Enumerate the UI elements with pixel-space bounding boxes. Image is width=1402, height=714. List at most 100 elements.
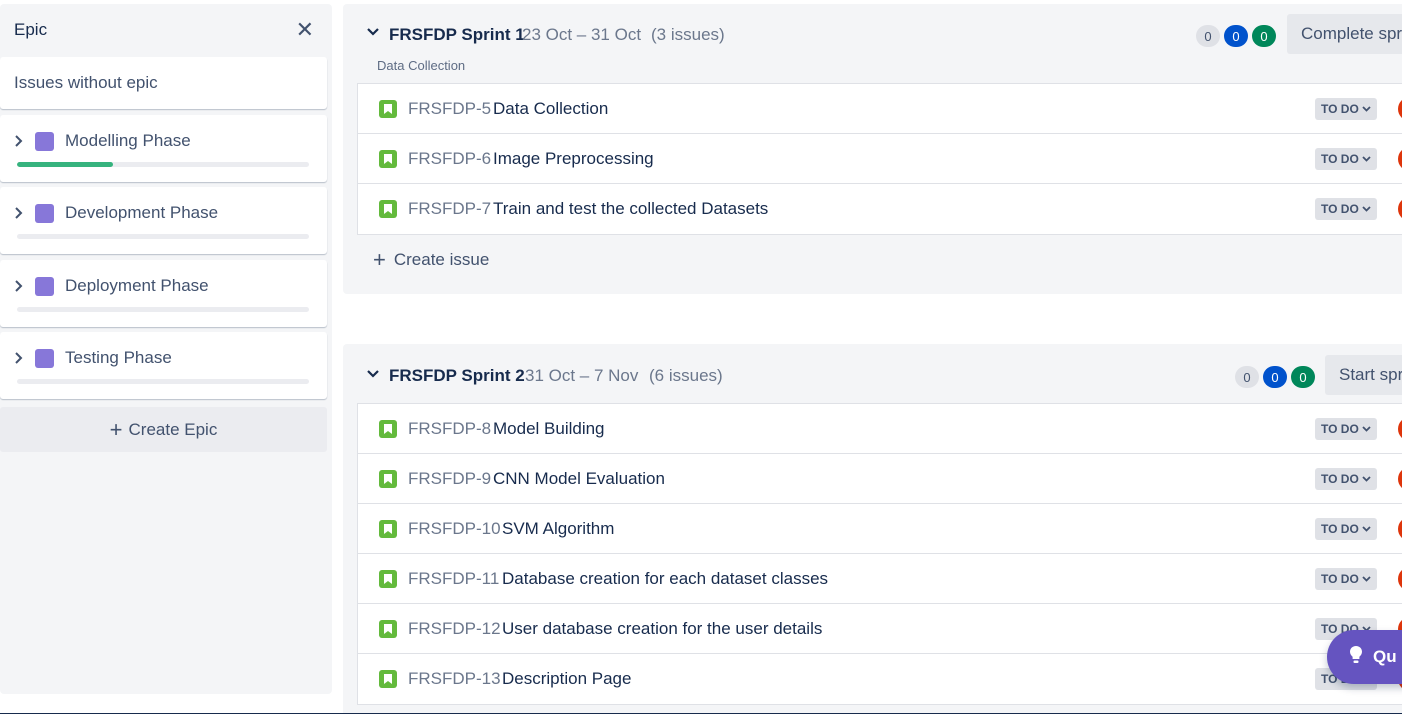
story-icon [379,520,397,538]
issue-summary: Description Page [502,669,632,688]
status-label: TO DO [1321,472,1359,486]
chevron-down-icon [1362,476,1371,482]
epic-card-deployment[interactable]: Deployment Phase [0,260,327,327]
status-dropdown[interactable]: TO DO [1315,418,1377,440]
chevron-right-icon[interactable] [14,134,24,148]
issue-row[interactable]: FRSFDP-8 Model Building TO DO [358,404,1402,454]
issue-key[interactable]: FRSFDP-7 [408,199,491,219]
issue-row[interactable]: FRSFDP-9 CNN Model Evaluation TO DO [358,454,1402,504]
issues-without-epic[interactable]: Issues without epic [0,57,327,109]
assignee-avatar[interactable] [1398,417,1402,441]
issue-row[interactable]: FRSFDP-6 Image Preprocessing TO DO [358,134,1402,184]
status-dropdown[interactable]: TO DO [1315,518,1377,540]
story-icon [379,670,397,688]
epic-color-swatch [35,131,54,151]
issue-key[interactable]: FRSFDP-9 [408,469,491,489]
issue-summary: SVM Algorithm [502,518,615,538]
sprint-2-container: FRSFDP Sprint 2 31 Oct – 7 Nov (6 issues… [343,344,1402,714]
chevron-right-icon[interactable] [14,351,24,365]
issue-row[interactable]: FRSFDP-11 Database creation for each dat… [358,554,1402,604]
issue-key[interactable]: FRSFDP-5 [408,99,491,119]
chevron-down-icon[interactable] [367,369,379,379]
assignee-avatar[interactable] [1398,147,1402,171]
epic-progress-bar [17,162,309,167]
sprint-1-header: FRSFDP Sprint 1 23 Oct – 31 Oct (3 issue… [343,4,1402,64]
epic-panel-header: Epic ✕ [0,4,332,56]
create-epic-label: Create Epic [128,419,218,439]
assignee-avatar[interactable] [1398,197,1402,221]
issue-row[interactable]: FRSFDP-10 SVM Algorithm TO DO [358,504,1402,554]
issue-summary: Train and test the collected Datasets [493,199,769,218]
lightbulb-icon [1349,645,1363,670]
status-label: TO DO [1321,152,1359,166]
story-icon [379,470,397,488]
issue-summary: CNN Model Evaluation [493,468,665,488]
issue-key[interactable]: FRSFDP-13 [408,669,501,689]
chevron-right-icon[interactable] [14,279,24,293]
sprint-dates: 31 Oct – 7 Nov [525,366,639,385]
sprint-issue-count: (3 issues) [651,25,725,44]
issue-key[interactable]: FRSFDP-10 [408,519,501,539]
close-icon[interactable]: ✕ [296,19,314,41]
quickstart-label: Qu [1373,647,1397,666]
chevron-down-icon [1362,426,1371,432]
status-label: TO DO [1321,422,1359,436]
epic-color-swatch [35,203,54,223]
assignee-avatar[interactable] [1398,467,1402,491]
issue-row[interactable]: FRSFDP-7 Train and test the collected Da… [358,184,1402,234]
status-label: TO DO [1321,202,1359,216]
sprint-2-issue-list: FRSFDP-8 Model Building TO DO FRSFDP-9 C… [357,403,1402,705]
start-sprint-button[interactable]: Start sprint [1325,355,1402,395]
assignee-avatar[interactable] [1398,97,1402,121]
epic-card-development[interactable]: Development Phase [0,187,327,254]
todo-count-badge: 0 [1235,366,1259,388]
complete-sprint-button[interactable]: Complete sprint [1287,14,1402,54]
chevron-down-icon [1362,576,1371,582]
epic-card-modelling[interactable]: Modelling Phase [0,115,327,182]
sprint-name[interactable]: FRSFDP Sprint 1 [389,25,525,45]
epic-name: Testing Phase [65,348,172,367]
issue-key[interactable]: FRSFDP-11 [408,569,499,589]
story-icon [379,420,397,438]
status-dropdown[interactable]: TO DO [1315,198,1377,220]
create-issue-button[interactable]: + Create issue [373,247,489,273]
sprint-name[interactable]: FRSFDP Sprint 2 [389,366,525,386]
story-icon [379,100,397,118]
issue-key[interactable]: FRSFDP-12 [408,619,501,639]
epic-color-swatch [35,348,54,368]
sprint-dates: 23 Oct – 31 Oct [522,25,642,44]
chevron-right-icon[interactable] [14,206,24,220]
epic-progress-bar [17,234,309,239]
issue-summary: Data Collection [493,98,609,118]
create-epic-button[interactable]: + Create Epic [0,407,327,452]
chevron-down-icon [1362,156,1371,162]
issue-row[interactable]: FRSFDP-12 User database creation for the… [358,604,1402,654]
status-dropdown[interactable]: TO DO [1315,148,1377,170]
status-dropdown[interactable]: TO DO [1315,468,1377,490]
epic-progress-bar [17,307,309,312]
chevron-down-icon[interactable] [367,27,379,37]
story-icon [379,570,397,588]
chevron-down-icon [1362,526,1371,532]
status-label: TO DO [1321,102,1359,116]
chevron-down-icon [1362,106,1371,112]
issue-key[interactable]: FRSFDP-8 [408,419,491,439]
assignee-avatar[interactable] [1398,517,1402,541]
quickstart-help-button[interactable]: Qu [1327,630,1402,684]
sprint-1-issue-list: FRSFDP-5 Data Collection TO DO FRSFDP-6 … [357,83,1402,235]
issue-row[interactable]: FRSFDP-13 Description Page TO DO [358,654,1402,704]
issue-key[interactable]: FRSFDP-6 [408,149,491,169]
done-count-badge: 0 [1291,366,1315,388]
epic-card-testing[interactable]: Testing Phase [0,332,327,399]
story-icon [379,150,397,168]
status-dropdown[interactable]: TO DO [1315,568,1377,590]
status-dropdown[interactable]: TO DO [1315,98,1377,120]
issue-row[interactable]: FRSFDP-5 Data Collection TO DO [358,84,1402,134]
epic-name: Deployment Phase [65,276,209,295]
epic-panel-title: Epic [14,20,48,39]
in-progress-count-badge: 0 [1224,25,1248,47]
assignee-avatar[interactable] [1398,567,1402,591]
epic-panel: Epic ✕ Issues without epic Modelling Pha… [0,4,332,694]
issue-summary: Model Building [493,418,605,438]
story-icon [379,620,397,638]
